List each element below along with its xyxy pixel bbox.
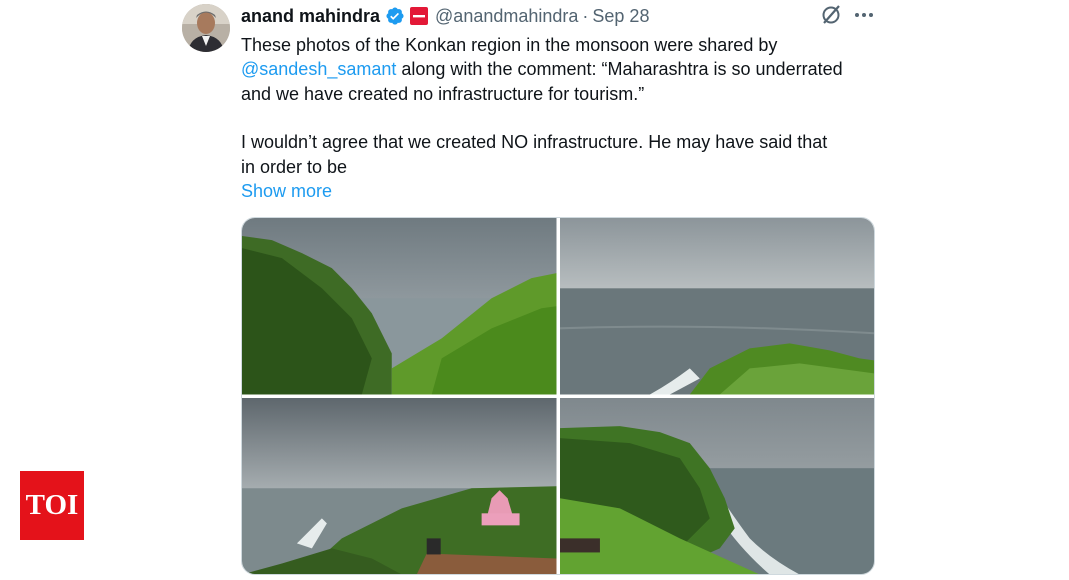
tweet-text-fragment: along with the comment: “Maharashtra is … [396,59,843,80]
tweet-text-line: @sandesh_samant along with the comment: … [241,57,881,81]
verified-badge-icon [386,7,404,25]
toi-logo-text: TOI [25,489,79,521]
photo-3[interactable] [242,397,557,574]
header-separator: · [582,5,589,26]
tweet-text: These photos of the Konkan region in the… [241,33,881,203]
tweet-text-line: in order to be [241,156,348,177]
mention-link[interactable]: @sandesh_samant [241,59,396,79]
tweet-text-line: I wouldn’t agree that we created NO infr… [241,132,828,153]
author-handle[interactable]: @anandmahindra [435,6,578,27]
author-avatar[interactable] [182,4,230,52]
tweet-header: anand mahindra @anandmahindra · Sep 28 [241,4,649,28]
photo-4[interactable] [559,397,874,574]
photo-grid [241,217,875,575]
photo-1[interactable] [242,218,557,395]
grok-icon[interactable] [820,4,842,26]
tweet-text-line: These photos of the Konkan region in the… [241,35,778,55]
tweet-date[interactable]: Sep 28 [592,6,649,27]
show-more-link[interactable]: Show more [241,179,881,203]
author-name[interactable]: anand mahindra [241,6,380,27]
toi-logo: TOI [20,471,84,540]
affiliate-badge-icon [410,7,429,25]
more-options-icon[interactable] [852,6,876,24]
tweet-text-line: and we have created no infrastructure fo… [241,83,645,104]
photo-2[interactable] [559,218,874,395]
